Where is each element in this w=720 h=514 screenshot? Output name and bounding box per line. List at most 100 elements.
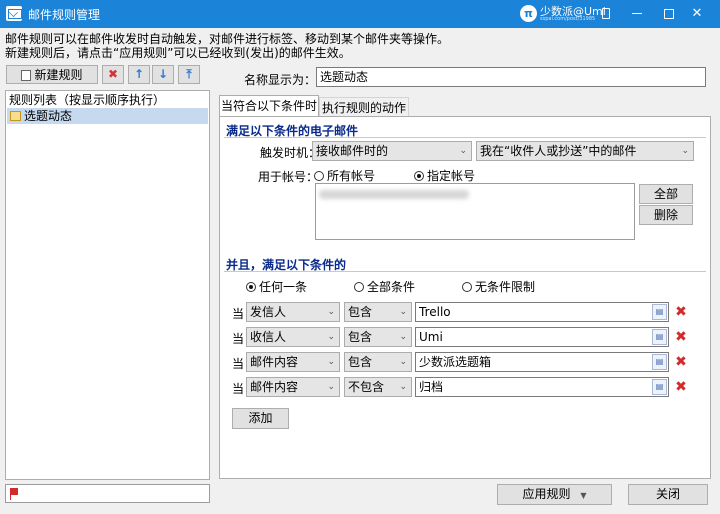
radio-icon (354, 282, 364, 292)
no-condition-radio[interactable]: 无条件限制 (462, 278, 535, 295)
condition-operator-select[interactable]: 包含 ⌄ (344, 302, 412, 322)
contact-picker-icon[interactable]: ▤ (652, 329, 667, 345)
account-all-label: 所有帐号 (327, 169, 376, 183)
minimize-icon (632, 13, 642, 14)
chevron-down-icon: ⌄ (681, 146, 689, 156)
delete-rule-button[interactable]: ✖ (102, 65, 124, 84)
tab-conditions[interactable]: 当符合以下条件时 (219, 95, 319, 117)
name-label: 名称显示为： (244, 73, 317, 87)
delete-icon: ✖ (107, 67, 119, 81)
window-title: 邮件规则管理 (28, 8, 101, 22)
apply-rules-button[interactable]: 应用规则 ▼ (497, 484, 612, 505)
condition-prefix: 当 (232, 382, 245, 396)
account-label: 用于帐号： (258, 170, 319, 184)
condition-value: 归档 (419, 380, 444, 394)
account-specific-label: 指定帐号 (427, 169, 476, 183)
recipient-value: 我在“收件人或抄送”中的邮件 (480, 144, 637, 158)
delete-condition-icon[interactable]: ✖ (674, 330, 688, 344)
rule-list-header: 规则列表（按显示顺序执行） (9, 93, 166, 107)
arrow-top-icon: ⤒ (186, 67, 192, 81)
recipient-select[interactable]: 我在“收件人或抄送”中的邮件 ⌄ (476, 141, 694, 161)
condition-value: Umi (419, 330, 443, 344)
condition-field-value: 邮件内容 (250, 380, 299, 394)
rule-list-panel: 规则列表（按显示顺序执行） 选题动态 (5, 90, 210, 480)
phone-icon (602, 8, 610, 19)
chevron-down-icon: ⌄ (399, 307, 407, 317)
rule-list-item[interactable]: 选题动态 (7, 108, 208, 124)
contact-picker-icon[interactable]: ▤ (652, 379, 667, 395)
contact-picker-icon[interactable]: ▤ (652, 354, 667, 370)
match-any-radio[interactable]: 任何一条 (246, 278, 307, 295)
new-rule-icon (21, 70, 32, 81)
condition-field-select[interactable]: 收信人 ⌄ (246, 327, 340, 347)
flag-icon (10, 488, 18, 495)
description-line-1: 邮件规则可以在邮件收发时自动触发，对邮件进行标签、移动到某个邮件夹等操作。 (5, 32, 450, 46)
mail-rule-icon (6, 6, 22, 21)
account-all-radio[interactable]: 所有帐号 (314, 167, 375, 184)
rule-name-input[interactable]: 选题动态 (316, 67, 706, 87)
chevron-down-icon: ⌄ (459, 146, 467, 156)
account-specific-radio[interactable]: 指定帐号 (414, 167, 475, 184)
trigger-select[interactable]: 接收邮件时的 ⌄ (312, 141, 472, 161)
condition-prefix: 当 (232, 357, 245, 371)
description-line-2: 新建规则后，请点击“应用规则”可以已经收到(发出)的邮件生效。 (5, 46, 351, 60)
condition-value: 少数派选题箱 (419, 355, 492, 369)
condition-field-value: 邮件内容 (250, 355, 299, 369)
condition-value-input[interactable]: Trello ▤ (415, 302, 669, 322)
blurred-account-entry (319, 190, 469, 199)
condition-field-select[interactable]: 邮件内容 ⌄ (246, 352, 340, 372)
account-list[interactable] (315, 183, 635, 240)
condition-operator-value: 包含 (348, 355, 373, 369)
chevron-down-icon: ⌄ (399, 357, 407, 367)
chevron-down-icon: ⌄ (399, 332, 407, 342)
tab-actions[interactable]: 执行规则的动作 (319, 97, 409, 117)
match-any-label: 任何一条 (259, 280, 308, 294)
rule-item-icon (10, 111, 21, 121)
condition-operator-value: 不包含 (348, 380, 385, 394)
dropdown-arrow-icon: ▼ (580, 491, 587, 500)
new-rule-button[interactable]: 新建规则 (6, 65, 98, 84)
new-rule-label: 新建规则 (34, 68, 83, 82)
close-button[interactable]: 关闭 (628, 484, 708, 505)
delete-condition-icon[interactable]: ✖ (674, 305, 688, 319)
close-icon: ✕ (691, 6, 703, 21)
trigger-label: 触发时机： (260, 146, 321, 160)
close-window-button[interactable]: ✕ (674, 0, 720, 28)
contact-picker-icon[interactable]: ▤ (652, 304, 667, 320)
condition-operator-select[interactable]: 包含 ⌄ (344, 352, 412, 372)
delete-condition-icon[interactable]: ✖ (674, 380, 688, 394)
move-down-button[interactable]: ↓ (152, 65, 174, 84)
radio-selected-icon (414, 171, 424, 181)
condition-operator-select[interactable]: 包含 ⌄ (344, 327, 412, 347)
condition-operator-select[interactable]: 不包含 ⌄ (344, 377, 412, 397)
add-condition-button[interactable]: 添加 (232, 408, 289, 429)
condition-value: Trello (419, 305, 451, 319)
move-top-button[interactable]: ⤒ (178, 65, 200, 84)
chevron-down-icon: ⌄ (327, 357, 335, 367)
chevron-down-icon: ⌄ (399, 382, 407, 392)
condition-prefix: 当 (232, 307, 245, 321)
delete-condition-icon[interactable]: ✖ (674, 355, 688, 369)
apply-rules-label: 应用规则 (522, 487, 571, 501)
maximize-icon (664, 9, 674, 19)
condition-value-input[interactable]: Umi ▤ (415, 327, 669, 347)
rule-item-label: 选题动态 (24, 109, 73, 123)
condition-field-select[interactable]: 邮件内容 ⌄ (246, 377, 340, 397)
condition-value-input[interactable]: 归档 ▤ (415, 377, 669, 397)
condition-value-input[interactable]: 少数派选题箱 ▤ (415, 352, 669, 372)
arrow-down-icon: ↓ (157, 67, 169, 81)
chevron-down-icon: ⌄ (327, 307, 335, 317)
condition-field-value: 发信人 (250, 305, 287, 319)
status-field[interactable] (5, 484, 210, 503)
move-up-button[interactable]: ↑ (128, 65, 150, 84)
match-all-label: 全部条件 (367, 280, 416, 294)
match-all-radio[interactable]: 全部条件 (354, 278, 415, 295)
condition-field-select[interactable]: 发信人 ⌄ (246, 302, 340, 322)
select-all-button[interactable]: 全部 (639, 184, 693, 204)
watermark-logo-icon: π (520, 5, 537, 22)
no-condition-label: 无条件限制 (475, 280, 536, 294)
radio-icon (314, 171, 324, 181)
title-bar: 邮件规则管理 π 少数派@Umi sspai.com/post/31985 ✕ (0, 0, 720, 28)
remove-account-button[interactable]: 删除 (639, 205, 693, 225)
section-divider (224, 271, 706, 272)
